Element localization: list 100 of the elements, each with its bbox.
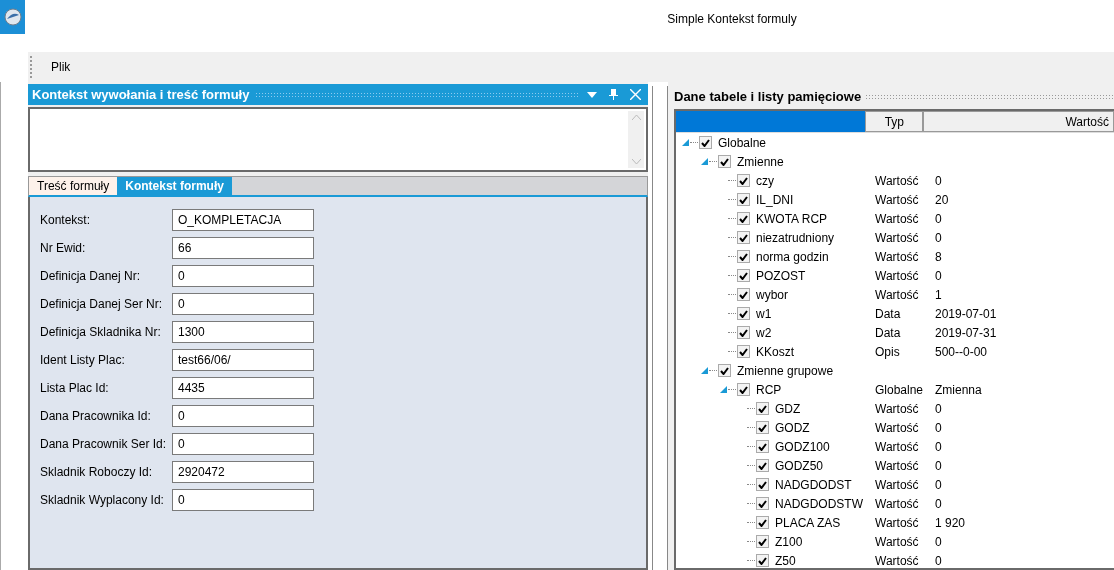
- checkbox[interactable]: [756, 554, 769, 567]
- checkbox[interactable]: [737, 231, 750, 244]
- field-label: Skladnik Wyplacony Id:: [40, 492, 165, 509]
- value-cell-text: 500--0-00: [935, 343, 988, 361]
- formula-text-area[interactable]: [28, 107, 648, 172]
- checkbox[interactable]: [737, 212, 750, 225]
- tab[interactable]: Treść formuły: [29, 177, 118, 195]
- expander-icon[interactable]: [719, 386, 727, 393]
- scroll-bar[interactable]: [628, 111, 644, 168]
- input-field[interactable]: 0: [172, 433, 314, 455]
- tree-item-label[interactable]: Z100: [775, 532, 803, 551]
- type-cell-text: Wartość: [875, 248, 920, 266]
- tree-item-label[interactable]: w2: [756, 323, 772, 342]
- type-cell-text: Wartość: [875, 419, 920, 437]
- menu-item[interactable]: Plik: [47, 56, 75, 78]
- tree-item-label[interactable]: Zmienne: [737, 152, 784, 171]
- type-cell-text: Wartość: [875, 457, 920, 475]
- tree-item-label[interactable]: czy: [756, 171, 774, 190]
- tree-item-label[interactable]: wybor: [756, 285, 788, 304]
- input-field[interactable]: 0: [172, 293, 314, 315]
- checkbox[interactable]: [756, 421, 769, 434]
- checkbox[interactable]: [737, 383, 750, 396]
- checkbox[interactable]: [737, 174, 750, 187]
- value-cell-text: 0: [935, 476, 942, 494]
- pin-icon[interactable]: [606, 89, 621, 100]
- field-label: Definicja Skladnika Nr:: [40, 324, 162, 341]
- tree-item-label[interactable]: GODZ100: [775, 437, 830, 456]
- column-header[interactable]: Typ: [865, 111, 924, 132]
- tree-item-label[interactable]: POZOST: [756, 266, 806, 285]
- checkbox[interactable]: [756, 516, 769, 529]
- checkbox[interactable]: [756, 535, 769, 548]
- type-cell-text: Data: [875, 324, 902, 342]
- checkbox[interactable]: [737, 288, 750, 301]
- tree-item-label[interactable]: NADGDODSTW: [775, 494, 863, 513]
- expander-icon[interactable]: [681, 139, 689, 146]
- value-cell-text: 8: [935, 248, 942, 266]
- input-field[interactable]: 0: [172, 265, 314, 287]
- checkbox[interactable]: [756, 459, 769, 472]
- checkbox[interactable]: [737, 269, 750, 282]
- tree-item-label[interactable]: niezatrudniony: [756, 228, 835, 247]
- tree-item-label[interactable]: KKoszt: [756, 342, 794, 361]
- input-field[interactable]: 1300: [172, 321, 314, 343]
- tree-item-label[interactable]: norma godzin: [756, 247, 829, 266]
- tree-item-label[interactable]: IL_DNI: [756, 190, 794, 209]
- value-cell-text: 0: [935, 533, 942, 551]
- value-cell-text: 0: [935, 172, 942, 190]
- panel-title: Dane tabele i listy pamięciowe: [674, 87, 862, 106]
- type-cell-text: Opis: [875, 343, 901, 361]
- input-field[interactable]: O_KOMPLETACJA: [172, 209, 314, 231]
- checkbox[interactable]: [718, 155, 731, 168]
- type-cell-text: Wartość: [875, 438, 920, 456]
- checkbox[interactable]: [718, 364, 731, 377]
- checkbox[interactable]: [699, 136, 712, 149]
- splitter[interactable]: [652, 86, 668, 570]
- tree-item-label[interactable]: RCP: [756, 380, 782, 399]
- checkbox[interactable]: [737, 307, 750, 320]
- field-label: Skladnik Roboczy Id:: [40, 464, 154, 481]
- close-icon[interactable]: [627, 89, 644, 100]
- field-label: Lista Plac Id:: [40, 380, 110, 397]
- tree-item-label[interactable]: Globalne: [718, 133, 767, 152]
- dropdown-icon[interactable]: [584, 91, 600, 98]
- value-cell-text: 0: [935, 552, 942, 568]
- checkbox[interactable]: [737, 250, 750, 263]
- input-field[interactable]: 2920472: [172, 461, 314, 483]
- type-cell-text: Wartość: [875, 267, 920, 285]
- tree-item-label[interactable]: GODZ50: [775, 456, 823, 475]
- tree-item-label[interactable]: GDZ: [775, 399, 801, 418]
- input-field[interactable]: 4435: [172, 377, 314, 399]
- input-field[interactable]: 0: [172, 489, 314, 511]
- checkbox[interactable]: [737, 345, 750, 358]
- checkbox[interactable]: [737, 326, 750, 339]
- value-cell-text: 0: [935, 400, 942, 418]
- input-field[interactable]: 0: [172, 405, 314, 427]
- column-header[interactable]: Wartość: [923, 111, 1114, 132]
- checkbox[interactable]: [756, 440, 769, 453]
- checkbox[interactable]: [756, 497, 769, 510]
- type-cell-text: Wartość: [875, 552, 920, 568]
- checkbox[interactable]: [756, 478, 769, 491]
- tree-item-label[interactable]: KWOTA RCP: [756, 209, 828, 228]
- checkbox[interactable]: [737, 193, 750, 206]
- checkbox[interactable]: [756, 402, 769, 415]
- tree-item-label[interactable]: PLACA ZAS: [775, 513, 841, 532]
- expander-icon[interactable]: [700, 367, 708, 374]
- tree-item-label[interactable]: Z50: [775, 551, 796, 568]
- value-cell-text: 0: [935, 438, 942, 456]
- field-label: Dana Pracownika Id:: [40, 408, 152, 425]
- type-cell-text: Wartość: [875, 286, 920, 304]
- input-field[interactable]: 66: [172, 237, 314, 259]
- type-cell-text: Wartość: [875, 229, 920, 247]
- tree-item-label[interactable]: Zmienne grupowe: [737, 361, 834, 380]
- tree-item-label[interactable]: w1: [756, 304, 772, 323]
- type-cell-text: Wartość: [875, 400, 920, 418]
- expander-icon[interactable]: [700, 158, 708, 165]
- input-field[interactable]: test66/06/: [172, 349, 314, 371]
- type-cell-text: Globalne: [875, 381, 925, 399]
- tree-item-label[interactable]: GODZ: [775, 418, 810, 437]
- value-cell-text: 20: [935, 191, 949, 209]
- value-cell-text: 2019-07-31: [935, 324, 997, 342]
- tree-item-label[interactable]: NADGDODST: [775, 475, 852, 494]
- type-cell-text: Wartość: [875, 191, 920, 209]
